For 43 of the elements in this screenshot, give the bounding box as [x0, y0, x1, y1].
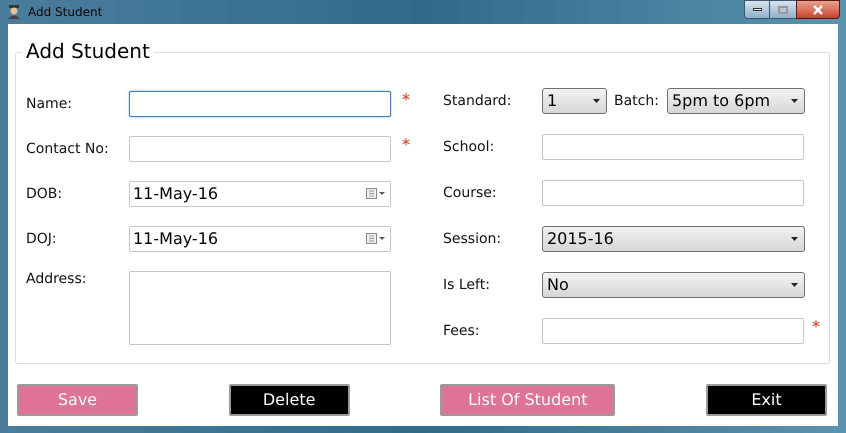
dropdown[interactable]: 1 — [542, 88, 607, 114]
calendar-icon[interactable] — [366, 233, 386, 245]
action-button[interactable]: Delete — [228, 384, 350, 416]
field-label: Fees: — [443, 322, 481, 340]
field-label: Standard: — [443, 92, 512, 110]
caret-icon — [791, 99, 798, 103]
field-label: Is Left: — [443, 276, 491, 294]
field-label: Batch: — [614, 92, 660, 110]
minimize-button[interactable] — [744, 0, 770, 19]
input-field[interactable] — [129, 91, 391, 117]
student-icon — [6, 4, 22, 20]
dropdown[interactable]: 2015-16 — [542, 226, 805, 252]
caret-icon — [791, 237, 798, 241]
window-title: Add Student — [28, 4, 102, 21]
minimize-icon — [752, 8, 762, 11]
input-field[interactable] — [542, 180, 804, 206]
required-mark: * — [402, 92, 410, 108]
field-label: DOB: — [26, 184, 64, 204]
date-picker[interactable]: 11-May-16 — [129, 226, 391, 252]
input-field[interactable] — [542, 318, 804, 344]
close-button[interactable] — [796, 0, 840, 19]
close-icon — [812, 4, 824, 14]
address-field[interactable] — [129, 271, 391, 345]
caret-icon — [791, 283, 798, 287]
calendar-icon[interactable] — [366, 188, 386, 200]
dropdown[interactable]: No — [542, 272, 805, 298]
input-field[interactable] — [542, 134, 804, 160]
field-label: Address: — [26, 270, 88, 289]
field-label: Session: — [443, 230, 502, 248]
dropdown[interactable]: 5pm to 6pm — [667, 88, 805, 114]
required-mark: * — [812, 319, 820, 335]
date-picker[interactable]: 11-May-16 — [129, 181, 391, 207]
field-label: DOJ: — [26, 230, 58, 248]
input-field[interactable] — [129, 136, 391, 162]
required-mark: * — [402, 137, 410, 153]
maximize-button[interactable] — [770, 0, 796, 19]
field-label: Contact No: — [26, 140, 110, 158]
action-button[interactable]: Exit — [706, 384, 827, 416]
caret-icon — [593, 99, 600, 103]
field-label: Course: — [443, 184, 498, 202]
maximize-icon — [778, 6, 788, 14]
field-label: Name: — [26, 94, 74, 114]
field-label: School: — [443, 138, 496, 156]
